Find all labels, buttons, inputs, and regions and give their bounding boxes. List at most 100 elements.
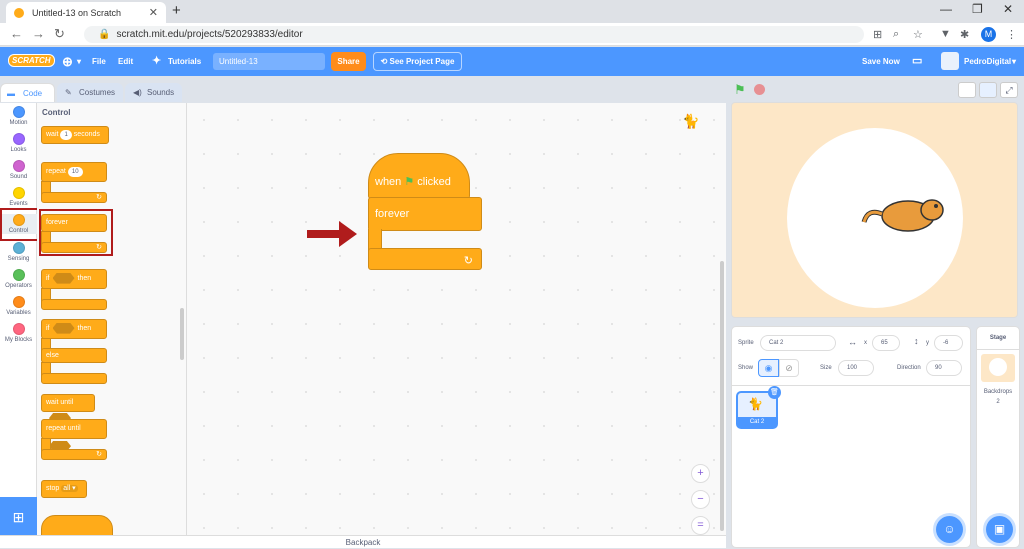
stage-canvas[interactable] [731,102,1018,318]
category-label: Looks [10,147,27,153]
backpack-bar[interactable]: Backpack [0,535,726,548]
stage-panel-divider [977,349,1019,350]
script-forever-block[interactable]: forever [368,197,482,231]
maximize-icon[interactable]: ❐ [972,2,983,16]
if-condition-slot[interactable] [52,272,75,284]
project-title-input[interactable]: Untitled-13 [213,53,325,70]
cat-sprite[interactable] [860,188,946,240]
my-stuff-folder-icon[interactable]: ▭ [912,47,922,76]
tab-code[interactable]: ▬ Code [0,83,55,102]
fullscreen-icon[interactable]: ⤢ [1000,82,1018,98]
size-input[interactable]: 100 [838,360,874,376]
if-then-bottom [41,299,107,310]
show-hidden-eye-icon[interactable]: ⊘ [779,359,799,377]
palette-heading: Control [42,108,71,117]
translate-icon[interactable]: ⊞ [873,28,882,41]
wait-input[interactable]: 1 [60,130,72,140]
language-globe-icon[interactable]: ⊕ [62,47,73,76]
edit-menu[interactable]: Edit [118,47,133,76]
new-tab-icon[interactable]: + [172,2,181,19]
speaker-icon: ◀) [133,88,142,97]
repeat-input[interactable]: 10 [67,167,83,177]
zoom-out-button[interactable]: − [691,490,710,509]
choose-backdrop-button[interactable]: ▣ [986,516,1013,543]
close-tab-icon[interactable]: ✕ [149,6,158,19]
stop-sign-button[interactable] [754,84,765,95]
see-project-page-button[interactable]: ⟲ See Project Page [373,52,462,71]
sprite-name-input[interactable]: Cat 2 [760,335,836,351]
y-input[interactable]: -6 [934,335,963,351]
backdrops-count: 2 [996,399,1000,405]
category-sound[interactable]: Sound [0,160,37,180]
small-stage-button[interactable] [958,82,976,98]
category-my-blocks[interactable]: My Blocks [0,323,37,343]
profile-avatar[interactable]: M [981,27,996,42]
tab-costumes[interactable]: ✎ Costumes [57,83,123,102]
username-menu[interactable]: PedroDigital [964,47,1011,76]
close-window-icon[interactable]: ✕ [1003,2,1013,16]
x-input[interactable]: 65 [872,335,900,351]
url-field[interactable]: 🔒 scratch.mit.edu/projects/520293833/edit… [84,26,864,43]
tutorials-menu[interactable]: Tutorials [168,47,201,76]
green-flag-button[interactable]: ⚑ [734,82,746,98]
back-icon[interactable]: ← [10,26,23,41]
category-motion[interactable]: Motion [0,106,37,126]
share-button[interactable]: Share [331,52,366,71]
extension-icon[interactable]: ▼ [940,28,951,40]
wait-seconds-block[interactable]: wait 1 seconds [41,126,109,144]
zoom-in-button[interactable]: + [691,464,710,483]
category-looks[interactable]: Looks [0,133,37,153]
language-caret-icon[interactable]: ▾ [77,47,81,76]
stage-thumbnail[interactable] [981,354,1015,382]
category-variables[interactable]: Variables [0,296,37,316]
file-menu[interactable]: File [92,47,106,76]
stop-block[interactable]: stop all ▾ [41,480,87,498]
browser-tab[interactable]: Untitled-13 on Scratch ✕ [6,2,166,23]
category-operators[interactable]: Operators [0,269,37,289]
choose-sprite-button[interactable]: ☺ [936,516,963,543]
account-caret-icon[interactable]: ▾ [1012,47,1016,76]
show-visible-eye-icon[interactable]: ◉ [758,359,779,377]
scratch-favicon-icon [14,7,24,18]
y-arrows-icon: ↕ [914,336,919,346]
backdrops-label: Backdrops [983,389,1013,395]
category-sensing[interactable]: Sensing [0,242,37,262]
save-now-button[interactable]: Save Now [862,47,900,76]
remix-arrows-icon: ⟲ [380,57,390,66]
if-else-bottom [41,373,107,384]
if-else-block[interactable]: if then [41,319,107,339]
large-stage-button[interactable] [979,82,997,98]
scratch-logo[interactable]: SCRATCH [8,54,55,67]
if-else-then-label: then [77,325,92,332]
repeat-block[interactable]: repeat 10 [41,162,107,182]
reload-icon[interactable]: ↻ [54,26,65,42]
repeat-until-block[interactable]: repeat until [41,419,107,452]
code-workspace[interactable]: 🐈 when ⚑ clicked forever ↻ + − = [187,103,726,537]
forward-icon[interactable]: → [32,26,45,41]
tab-sounds[interactable]: ◀) Sounds [125,83,182,102]
direction-input[interactable]: 90 [926,360,962,376]
browser-menu-icon[interactable]: ⋮ [1006,28,1017,41]
script-loop-arrow-icon: ↻ [368,248,482,270]
zoom-icon[interactable]: ⌕ [893,28,899,41]
if-else-condition-slot[interactable] [52,322,75,334]
tutorials-lightbulb-icon[interactable]: ✦ [152,47,161,76]
x-label: x [864,340,867,346]
stop-dropdown[interactable]: all ▾ [61,485,78,492]
add-extension-button[interactable]: ⊞ [0,497,37,537]
extensions-puzzle-icon[interactable]: ✱ [960,28,969,41]
bookmark-star-icon[interactable]: ☆ [913,28,923,41]
palette-scrollbar[interactable] [180,308,184,360]
wait-until-block[interactable]: wait until [41,394,95,424]
user-avatar[interactable] [941,52,959,70]
cat-thumb-icon: 🐈 [748,397,763,411]
minimize-icon[interactable]: — [940,2,952,16]
when-flag-clicked-block[interactable]: when ⚑ clicked [368,153,470,199]
workspace-scrollbar[interactable] [720,261,724,531]
red-arrow-icon [307,221,357,247]
delete-sprite-trash-icon[interactable]: 🗑 [768,386,781,399]
zoom-reset-button[interactable]: = [691,516,710,535]
if-then-block[interactable]: if then [41,269,107,289]
category-events[interactable]: Events [0,187,37,207]
scratch-menubar: SCRATCH ⊕ ▾ File Edit ✦ Tutorials Untitl… [0,47,1024,76]
